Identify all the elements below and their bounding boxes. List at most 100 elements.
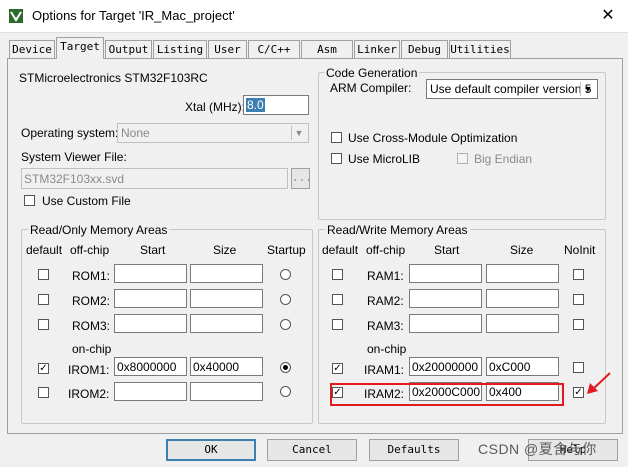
chevron-down-icon: ▼ <box>291 126 306 140</box>
iram1-start-input[interactable]: 0x20000000 <box>409 357 482 376</box>
ram1-noinit-checkbox[interactable] <box>573 269 584 280</box>
tab-user[interactable]: User <box>208 40 247 58</box>
close-icon[interactable]: ✕ <box>596 4 620 28</box>
use-custom-file-label: Use Custom File <box>42 194 131 208</box>
annotation-arrow-icon <box>587 372 611 394</box>
tab-asm[interactable]: Asm <box>301 40 353 58</box>
watermark-text: CSDN @夏含与你 <box>478 441 597 457</box>
iram1-noinit-checkbox[interactable] <box>573 362 584 373</box>
ram3-noinit-checkbox[interactable] <box>573 319 584 330</box>
svf-browse-button[interactable]: ... <box>291 168 312 189</box>
irom2-startup-radio[interactable] <box>280 386 291 397</box>
tab-output[interactable]: Output <box>105 40 152 58</box>
os-value: None <box>121 126 150 140</box>
microlib-label: Use MicroLIB <box>348 152 421 166</box>
os-label: Operating system: <box>21 126 119 140</box>
ram3-default-checkbox[interactable] <box>332 319 343 330</box>
use-custom-file-checkbox[interactable] <box>24 195 35 206</box>
iram1-label: IRAM1: <box>364 363 405 377</box>
ram1-label: RAM1: <box>367 269 404 283</box>
ram2-noinit-checkbox[interactable] <box>573 294 584 305</box>
rw-header-offchip: off-chip <box>366 243 406 257</box>
tab-debug[interactable]: Debug <box>401 40 448 58</box>
rw-header-noinit: NoInit <box>564 243 596 257</box>
rom2-size-input[interactable] <box>190 289 263 308</box>
irom1-label: IROM1: <box>68 363 110 377</box>
ram2-size-input[interactable] <box>486 289 559 308</box>
arm-compiler-value: Use default compiler version 5 <box>430 82 592 96</box>
ok-button[interactable]: OK <box>166 439 256 461</box>
ro-header-offchip: off-chip <box>70 243 110 257</box>
rw-header-start: Start <box>434 243 460 257</box>
xtal-value: 8.0 <box>246 98 265 112</box>
code-generation-title: Code Generation <box>324 66 420 80</box>
ro-header-size: Size <box>213 243 237 257</box>
ro-header-startup: Startup <box>267 243 306 257</box>
rom3-default-checkbox[interactable] <box>38 319 49 330</box>
ram2-default-checkbox[interactable] <box>332 294 343 305</box>
rw-header-size: Size <box>510 243 534 257</box>
iram1-size-input[interactable]: 0xC000 <box>486 357 559 376</box>
ram2-label: RAM2: <box>367 294 404 308</box>
annotation-highlight-box <box>330 383 564 406</box>
irom2-default-checkbox[interactable] <box>38 387 49 398</box>
ram1-start-input[interactable] <box>409 264 482 283</box>
cross-module-label: Use Cross-Module Optimization <box>348 131 518 145</box>
tab-target[interactable]: Target <box>56 37 104 59</box>
rw-onchip-label: on-chip <box>367 342 407 356</box>
rom1-startup-radio[interactable] <box>280 269 291 280</box>
window-title: Options for Target 'IR_Mac_project' <box>32 8 235 23</box>
defaults-button[interactable]: Defaults <box>369 439 459 461</box>
arm-compiler-label: ARM Compiler: <box>330 81 412 95</box>
rom2-startup-radio[interactable] <box>280 294 291 305</box>
rom2-label: ROM2: <box>72 294 111 308</box>
ram3-size-input[interactable] <box>486 314 559 333</box>
rom1-size-input[interactable] <box>190 264 263 283</box>
xtal-input[interactable]: 8.0 <box>243 95 309 115</box>
tab-c-cpp[interactable]: C/C++ <box>248 40 300 58</box>
tab-utilities[interactable]: Utilities <box>449 40 511 58</box>
microlib-checkbox[interactable] <box>331 153 342 164</box>
irom1-start-input[interactable]: 0x8000000 <box>114 357 187 376</box>
xtal-label: Xtal (MHz): <box>185 100 245 114</box>
irom2-size-input[interactable] <box>190 382 263 401</box>
irom1-default-checkbox[interactable]: ✓ <box>38 363 49 374</box>
svf-input[interactable]: STM32F103xx.svd <box>21 168 288 189</box>
rom1-default-checkbox[interactable] <box>38 269 49 280</box>
ro-memory-title: Read/Only Memory Areas <box>28 223 170 237</box>
rom2-start-input[interactable] <box>114 289 187 308</box>
cross-module-checkbox[interactable] <box>331 132 342 143</box>
big-endian-checkbox[interactable] <box>457 153 468 164</box>
tab-device[interactable]: Device <box>9 40 55 58</box>
irom2-start-input[interactable] <box>114 382 187 401</box>
rom3-startup-radio[interactable] <box>280 319 291 330</box>
ro-header-start: Start <box>140 243 166 257</box>
ram1-default-checkbox[interactable] <box>332 269 343 280</box>
ram3-start-input[interactable] <box>409 314 482 333</box>
arm-compiler-select[interactable]: Use default compiler version 5 ▼ <box>426 79 598 99</box>
rom1-label: ROM1: <box>72 269 111 283</box>
rom2-default-checkbox[interactable] <box>38 294 49 305</box>
rom3-start-input[interactable] <box>114 314 187 333</box>
rw-memory-title: Read/Write Memory Areas <box>325 223 470 237</box>
big-endian-label: Big Endian <box>474 152 533 166</box>
rw-header-default: default <box>322 243 359 257</box>
irom1-startup-radio[interactable] <box>280 362 291 373</box>
ro-onchip-label: on-chip <box>72 342 112 356</box>
rom3-size-input[interactable] <box>190 314 263 333</box>
ro-header-default: default <box>26 243 63 257</box>
chevron-down-icon: ▼ <box>580 82 595 96</box>
ram2-start-input[interactable] <box>409 289 482 308</box>
tab-listing[interactable]: Listing <box>153 40 207 58</box>
rom1-start-input[interactable] <box>114 264 187 283</box>
iram2-noinit-checkbox[interactable]: ✓ <box>573 387 584 398</box>
irom1-size-input[interactable]: 0x40000 <box>190 357 263 376</box>
tab-linker[interactable]: Linker <box>354 40 400 58</box>
svf-label: System Viewer File: <box>21 150 127 164</box>
iram1-default-checkbox[interactable]: ✓ <box>332 363 343 374</box>
cancel-button[interactable]: Cancel <box>267 439 357 461</box>
os-select[interactable]: None ▼ <box>117 123 309 143</box>
title-bar: Options for Target 'IR_Mac_project' ✕ <box>0 0 628 33</box>
ram1-size-input[interactable] <box>486 264 559 283</box>
rom3-label: ROM3: <box>72 319 111 333</box>
